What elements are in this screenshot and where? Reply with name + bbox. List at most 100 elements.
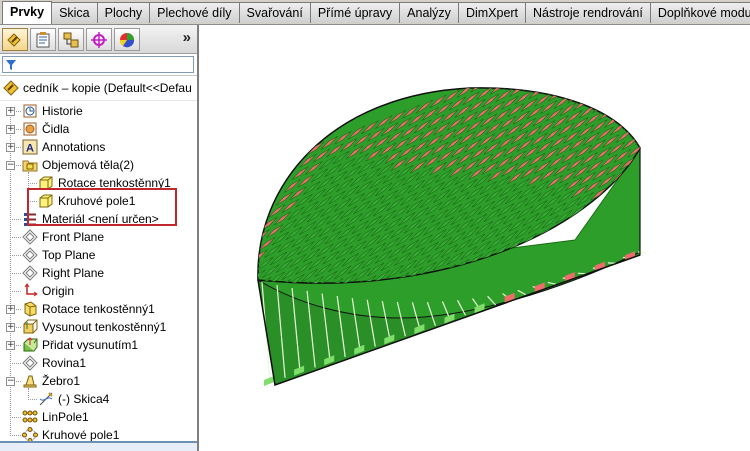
tree-item[interactable]: LinPole1 [22,408,89,426]
part-icon [3,80,19,96]
tree-connector [10,291,21,292]
tab-3[interactable]: Plechové díly [149,2,240,23]
grid-cell [633,87,640,98]
grid-cell [667,25,684,27]
grid-cell [647,146,664,159]
grid-cell [643,51,660,64]
grid-cell [594,87,612,94]
tab-9[interactable]: Doplňkové modu [649,2,750,23]
grid-cell [577,57,594,70]
expand-toggle[interactable]: + [6,341,15,350]
strainer-3d-model[interactable] [201,25,750,451]
expand-panel-button[interactable]: » [183,29,191,46]
display-manager-icon[interactable] [114,28,140,51]
grid-cell [670,108,687,121]
tree-item[interactable]: Vysunout tenkostěnný1 [22,318,166,336]
grid-cell [690,111,707,124]
grid-cell [531,66,548,79]
grid-cell [694,71,711,84]
expand-toggle[interactable]: + [6,143,15,152]
tree-item-label: Vysunout tenkostěnný1 [42,320,167,334]
grid-cell [257,281,259,284]
grid-cell [517,71,534,84]
tree-item[interactable]: Historie [22,102,83,120]
grid-cell [219,300,236,313]
grid-cell [661,74,678,87]
history-icon [22,103,38,119]
grid-cell [589,72,606,85]
tree-item[interactable]: A Annotations [22,138,105,156]
collapse-toggle[interactable]: − [6,377,15,386]
part-root-node[interactable]: cedník – kopie (Default<<Defau [0,76,197,101]
grid-cell [204,393,221,406]
grid-cell [637,44,654,57]
grid-cell [678,28,695,41]
filter-input[interactable] [2,56,194,73]
grid-cell [684,103,701,116]
tree-item[interactable]: Right Plane [22,264,104,282]
grid-cell [201,370,203,383]
tab-0[interactable]: Prvky [2,1,53,24]
dimxpert-manager-icon[interactable] [86,28,112,51]
horizontal-scrollbar[interactable] [0,441,197,451]
tree-item[interactable]: Čidla [22,120,69,138]
graphics-area[interactable] [201,25,750,451]
tab-7[interactable]: DimXpert [457,2,527,23]
tree-item[interactable]: Rovina1 [22,354,86,372]
grid-cell [649,126,666,139]
grid-cell [657,114,674,127]
grid-cell [602,67,619,80]
expand-toggle[interactable]: + [6,305,15,314]
tree-item-label: Right Plane [42,266,105,280]
expand-toggle[interactable]: + [6,323,15,332]
grid-cell [725,25,742,34]
tree-item[interactable]: Rotace tenkostěnný1 [22,300,155,318]
part-name: cedník – kopie (Default<<Defau [23,81,192,95]
grid-cell [498,69,515,82]
grid-cell [617,108,636,123]
tree-item[interactable]: Přidat vysunutím1 [22,336,138,354]
tree-item[interactable]: Žebro1 [22,372,80,390]
tab-1[interactable]: Skica [51,2,98,23]
grid-cell [653,154,670,167]
grid-cell [246,357,263,370]
grid-cell [632,37,649,50]
grid-cell [719,25,736,26]
tab-6[interactable]: Analýzy [399,2,459,23]
configuration-manager-icon[interactable] [58,28,84,51]
expand-toggle[interactable]: + [6,125,15,134]
revolve-icon [22,301,38,317]
tree-item[interactable]: Objemová těla(2) [22,156,134,174]
linear-pattern-icon [22,409,38,425]
grid-cell [201,385,215,398]
grid-cell [721,60,738,73]
tree-item[interactable]: (-) Skica4 [38,390,109,408]
grid-cell [564,63,581,76]
grid-cell [210,333,227,346]
grid-cell [223,395,240,408]
tab-4[interactable]: Svařování [238,2,311,23]
grid-cell [645,166,662,179]
grid-cell [690,43,707,56]
grid-cell [241,350,258,363]
grid-cell [574,87,593,92]
tab-2[interactable]: Plochy [96,2,151,23]
grid-cell [204,325,221,338]
collapse-toggle[interactable]: − [6,161,15,170]
tree-item[interactable]: Top Plane [22,246,95,264]
property-manager-icon[interactable] [30,28,56,51]
grid-cell [662,121,679,134]
grid-cell [591,52,608,65]
grid-cell [237,322,254,335]
tab-5[interactable]: Přímé úpravy [309,2,401,23]
grid-cell [235,275,252,288]
tree-item-label: Annotations [42,140,106,154]
tree-item[interactable]: Front Plane [22,228,104,246]
grid-cell [586,91,605,106]
feature-manager-icon[interactable] [2,28,28,51]
expand-toggle[interactable]: + [6,107,15,116]
grid-cell [701,58,718,71]
tab-8[interactable]: Nástroje rendrování [525,2,651,23]
tree-item[interactable]: Origin [22,282,74,300]
grid-cell [600,87,618,101]
